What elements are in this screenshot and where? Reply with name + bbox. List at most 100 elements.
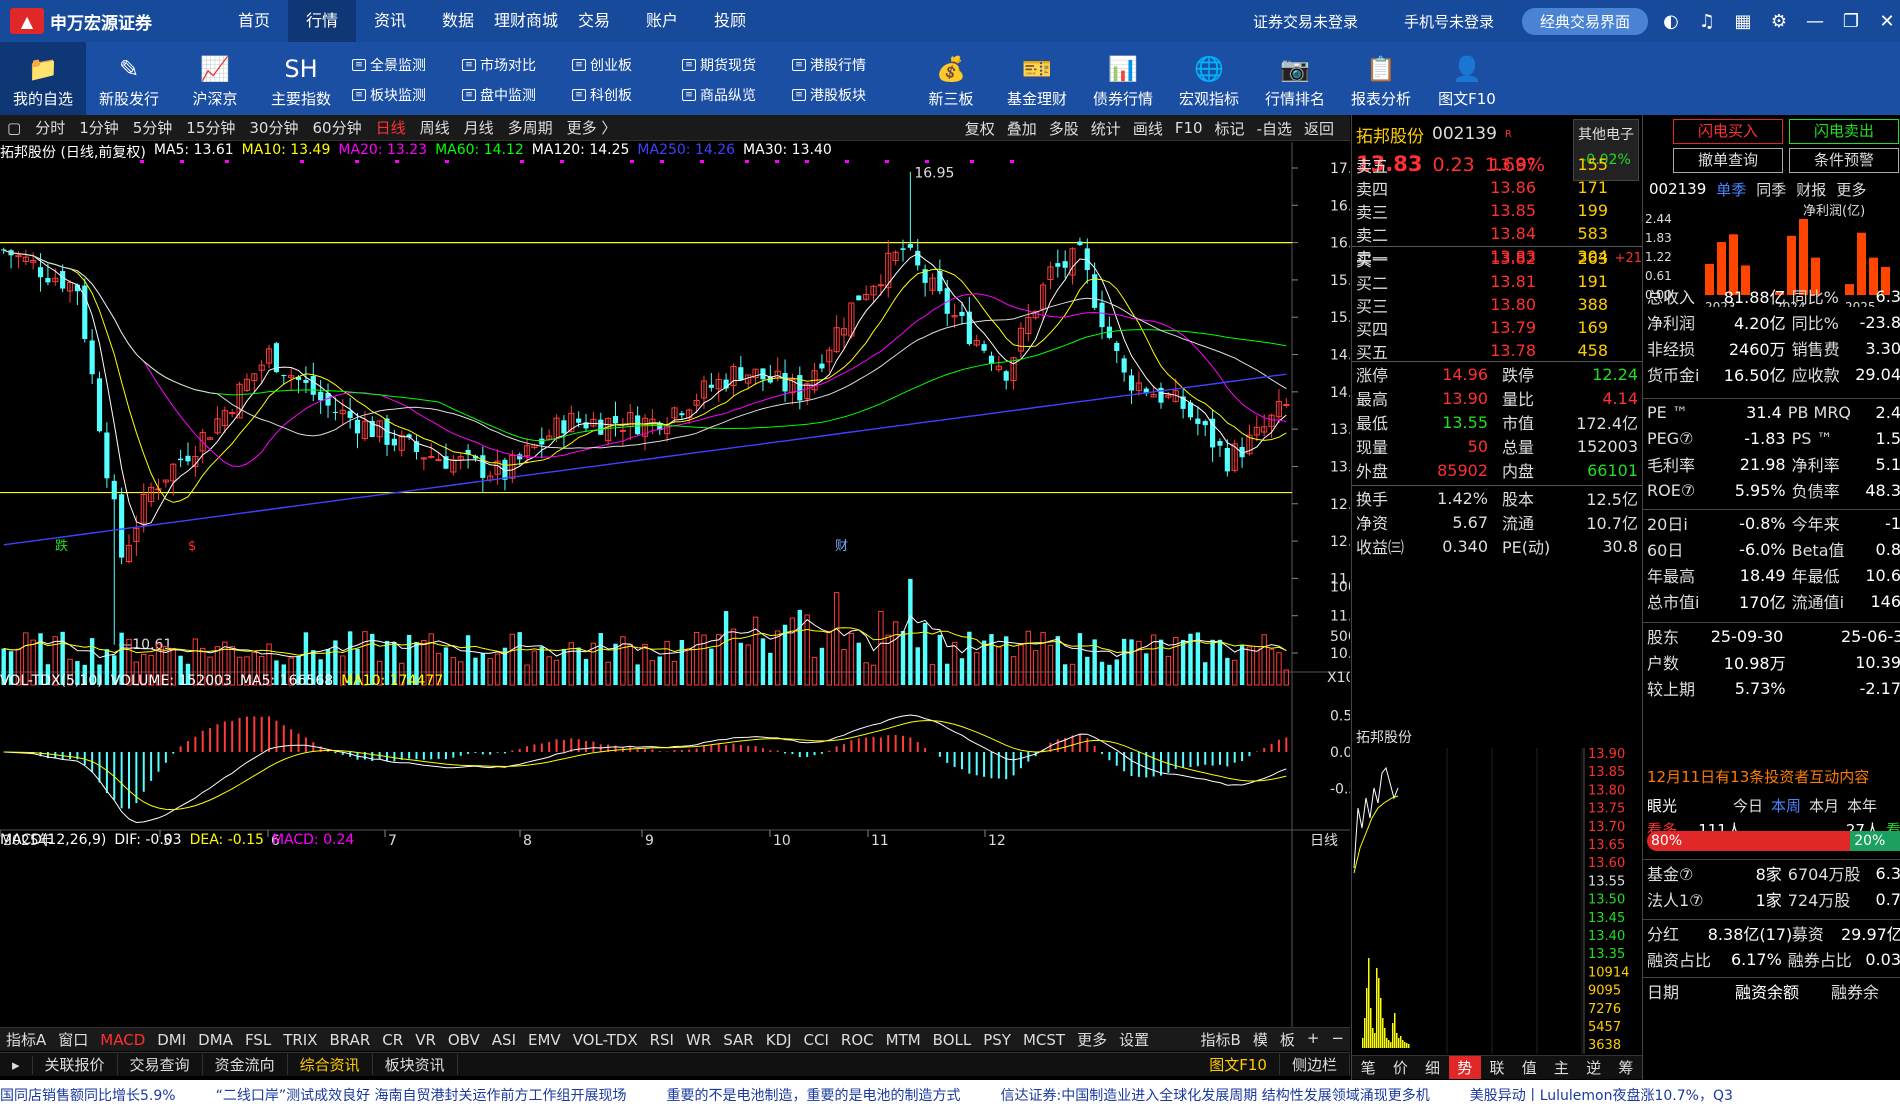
nav-0[interactable]: 首页 [220, 0, 288, 42]
bottom-tab-4[interactable]: 板块资讯 [373, 1054, 458, 1075]
indicator-23[interactable]: MCST [1017, 1031, 1071, 1049]
topbtn2-6[interactable]: 👤 图文F10 [1424, 42, 1510, 115]
order-price[interactable]: 13.79 [1446, 318, 1536, 337]
indicator-7[interactable]: BRAR [323, 1031, 376, 1049]
dividend-marker[interactable]: $ [188, 539, 196, 554]
order-price[interactable]: 13.85 [1446, 201, 1536, 220]
tabs-toggle-icon[interactable]: ▸ [0, 1055, 33, 1074]
trade-login-status[interactable]: 证券交易未登录 [1253, 11, 1358, 32]
chart-tool-6[interactable]: 标记 [1209, 118, 1251, 139]
flash-buy-button[interactable]: 闪电买入 [1673, 119, 1783, 144]
indicator-25[interactable]: 设置 [1113, 1029, 1155, 1050]
event-dot[interactable] [660, 160, 664, 163]
die-marker[interactable]: 跌 [55, 538, 68, 554]
order-price[interactable]: 13.82 [1446, 249, 1536, 268]
eye-tab-1[interactable]: 本周 [1771, 795, 1801, 816]
period-6[interactable]: 日线 [369, 117, 413, 138]
ticker-item[interactable]: 重要的不是电池制造，重要的是电池的制造方式 [667, 1085, 961, 1105]
indicator-1[interactable]: 窗口 [52, 1029, 94, 1050]
restore-icon[interactable]: ❐ [1838, 8, 1864, 34]
indicator-13[interactable]: VOL-TDX [567, 1031, 644, 1049]
period-4[interactable]: 30分钟 [242, 117, 305, 138]
event-dot[interactable] [805, 160, 809, 163]
event-dot[interactable] [885, 160, 889, 163]
small-tool-4[interactable]: ≡ 港股行情 [792, 50, 902, 80]
indicator-12[interactable]: EMV [522, 1031, 567, 1049]
small-tool-6[interactable]: ≡ 盘中监测 [462, 80, 572, 110]
indicator-17[interactable]: KDJ [760, 1031, 798, 1049]
mini-btn-1[interactable]: 价 [1384, 1056, 1416, 1079]
indicator-5[interactable]: FSL [239, 1031, 277, 1049]
order-price[interactable]: 13.86 [1446, 178, 1536, 197]
small-tool-1[interactable]: ≡ 市场对比 [462, 50, 572, 80]
mini-btn-6[interactable]: 主 [1545, 1056, 1577, 1079]
mini-btn-3[interactable]: 势 [1448, 1056, 1481, 1079]
kline-chart[interactable]: 17.00 16.50 16.00 15.50 15.00 14.50 14.00 13.50… [0, 142, 1350, 1027]
event-dot[interactable] [140, 160, 144, 163]
chart-tool-3[interactable]: 统计 [1085, 118, 1127, 139]
event-dot[interactable] [845, 160, 849, 163]
skin-icon[interactable]: ◐ [1658, 8, 1684, 34]
event-dot[interactable] [445, 160, 449, 163]
period-9[interactable]: 多周期 [501, 117, 560, 138]
order-price[interactable]: 13.78 [1446, 341, 1536, 360]
event-dot[interactable] [560, 160, 564, 163]
mini-btn-2[interactable]: 细 [1416, 1056, 1448, 1079]
order-price[interactable]: 13.80 [1446, 295, 1536, 314]
mini-btn-8[interactable]: 筹 [1610, 1056, 1642, 1079]
bottom-tab-1[interactable]: 交易查询 [118, 1054, 203, 1075]
indicator-right-4[interactable]: − [1325, 1029, 1350, 1050]
mini-btn-4[interactable]: 联 [1481, 1056, 1513, 1079]
indicator-9[interactable]: VR [409, 1031, 442, 1049]
classic-trade-button[interactable]: 经典交易界面 [1521, 7, 1648, 35]
bottom-tab-3[interactable]: 综合资讯 [288, 1054, 373, 1075]
nav-2[interactable]: 资讯 [356, 0, 424, 42]
indicator-right-2[interactable]: 板 [1274, 1029, 1301, 1050]
indicator-3[interactable]: DMI [151, 1031, 192, 1049]
chart-tool-2[interactable]: 多股 [1043, 118, 1085, 139]
chart-tool-0[interactable]: 复权 [959, 118, 1001, 139]
bottom-tab-right-0[interactable]: 图文F10 [1197, 1054, 1280, 1075]
topbtn2-0[interactable]: 💰 新三板 [908, 42, 994, 115]
mini-btn-7[interactable]: 逆 [1578, 1056, 1610, 1079]
event-dot[interactable] [395, 160, 399, 163]
mini-btn-0[interactable]: 笔 [1352, 1056, 1384, 1079]
minimize-icon[interactable]: — [1802, 8, 1828, 34]
event-dot[interactable] [520, 160, 524, 163]
event-dot[interactable] [745, 160, 749, 163]
topbtn2-1[interactable]: 🎫 基金理财 [994, 42, 1080, 115]
nav-4[interactable]: 理财商城 [492, 0, 560, 42]
ticker-item[interactable]: 信达证券:中国制造业进入全球化发展周期 结构性发展领域涌现更多机 [1001, 1085, 1430, 1105]
small-tool-2[interactable]: ≡ 创业板 [572, 50, 682, 80]
period-5[interactable]: 60分钟 [305, 117, 368, 138]
indicator-20[interactable]: MTM [880, 1031, 927, 1049]
headset-icon[interactable]: ♫ [1694, 8, 1720, 34]
panel-toggle-icon[interactable]: ▢ [0, 119, 28, 137]
small-tool-3[interactable]: ≡ 期货现货 [682, 50, 792, 80]
eye-tab-0[interactable]: 今日 [1733, 795, 1763, 816]
period-3[interactable]: 15分钟 [179, 117, 242, 138]
bottom-tab-right-1[interactable]: 侧边栏 [1280, 1054, 1350, 1075]
event-dot[interactable] [1010, 160, 1014, 163]
indicator-24[interactable]: 更多 [1071, 1029, 1113, 1050]
bottom-tab-0[interactable]: 关联报价 [33, 1054, 118, 1075]
period-7[interactable]: 周线 [413, 117, 457, 138]
layout-icon[interactable]: ▦ [1730, 8, 1756, 34]
indicator-10[interactable]: OBV [442, 1031, 486, 1049]
news-ticker[interactable]: 国同店销售额同比增长5.9% “二线口岸”测试成效良好 海南自贸港封关运作前方工作… [0, 1080, 1900, 1109]
small-tool-9[interactable]: ≡ 港股板块 [792, 80, 902, 110]
small-tool-5[interactable]: ≡ 板块监测 [352, 80, 462, 110]
indicator-18[interactable]: CCI [798, 1031, 835, 1049]
ticker-item[interactable]: 美股异动丨Lululemon夜盘涨10.7%，Q3 [1470, 1085, 1733, 1105]
chart-tool-8[interactable]: 返回 [1298, 118, 1340, 139]
order-price[interactable]: 13.84 [1446, 224, 1536, 243]
condition-alert-button[interactable]: 条件预警 [1789, 148, 1899, 173]
indicator-15[interactable]: WR [680, 1031, 717, 1049]
eye-tab-3[interactable]: 本年 [1847, 795, 1877, 816]
indicator-right-0[interactable]: 指标B [1195, 1029, 1247, 1050]
bottom-tab-2[interactable]: 资金流向 [203, 1054, 288, 1075]
chart-tool-7[interactable]: -自选 [1251, 118, 1298, 139]
indicator-right-3[interactable]: + [1301, 1029, 1326, 1050]
period-8[interactable]: 月线 [457, 117, 501, 138]
chart-tool-5[interactable]: F10 [1169, 119, 1209, 137]
